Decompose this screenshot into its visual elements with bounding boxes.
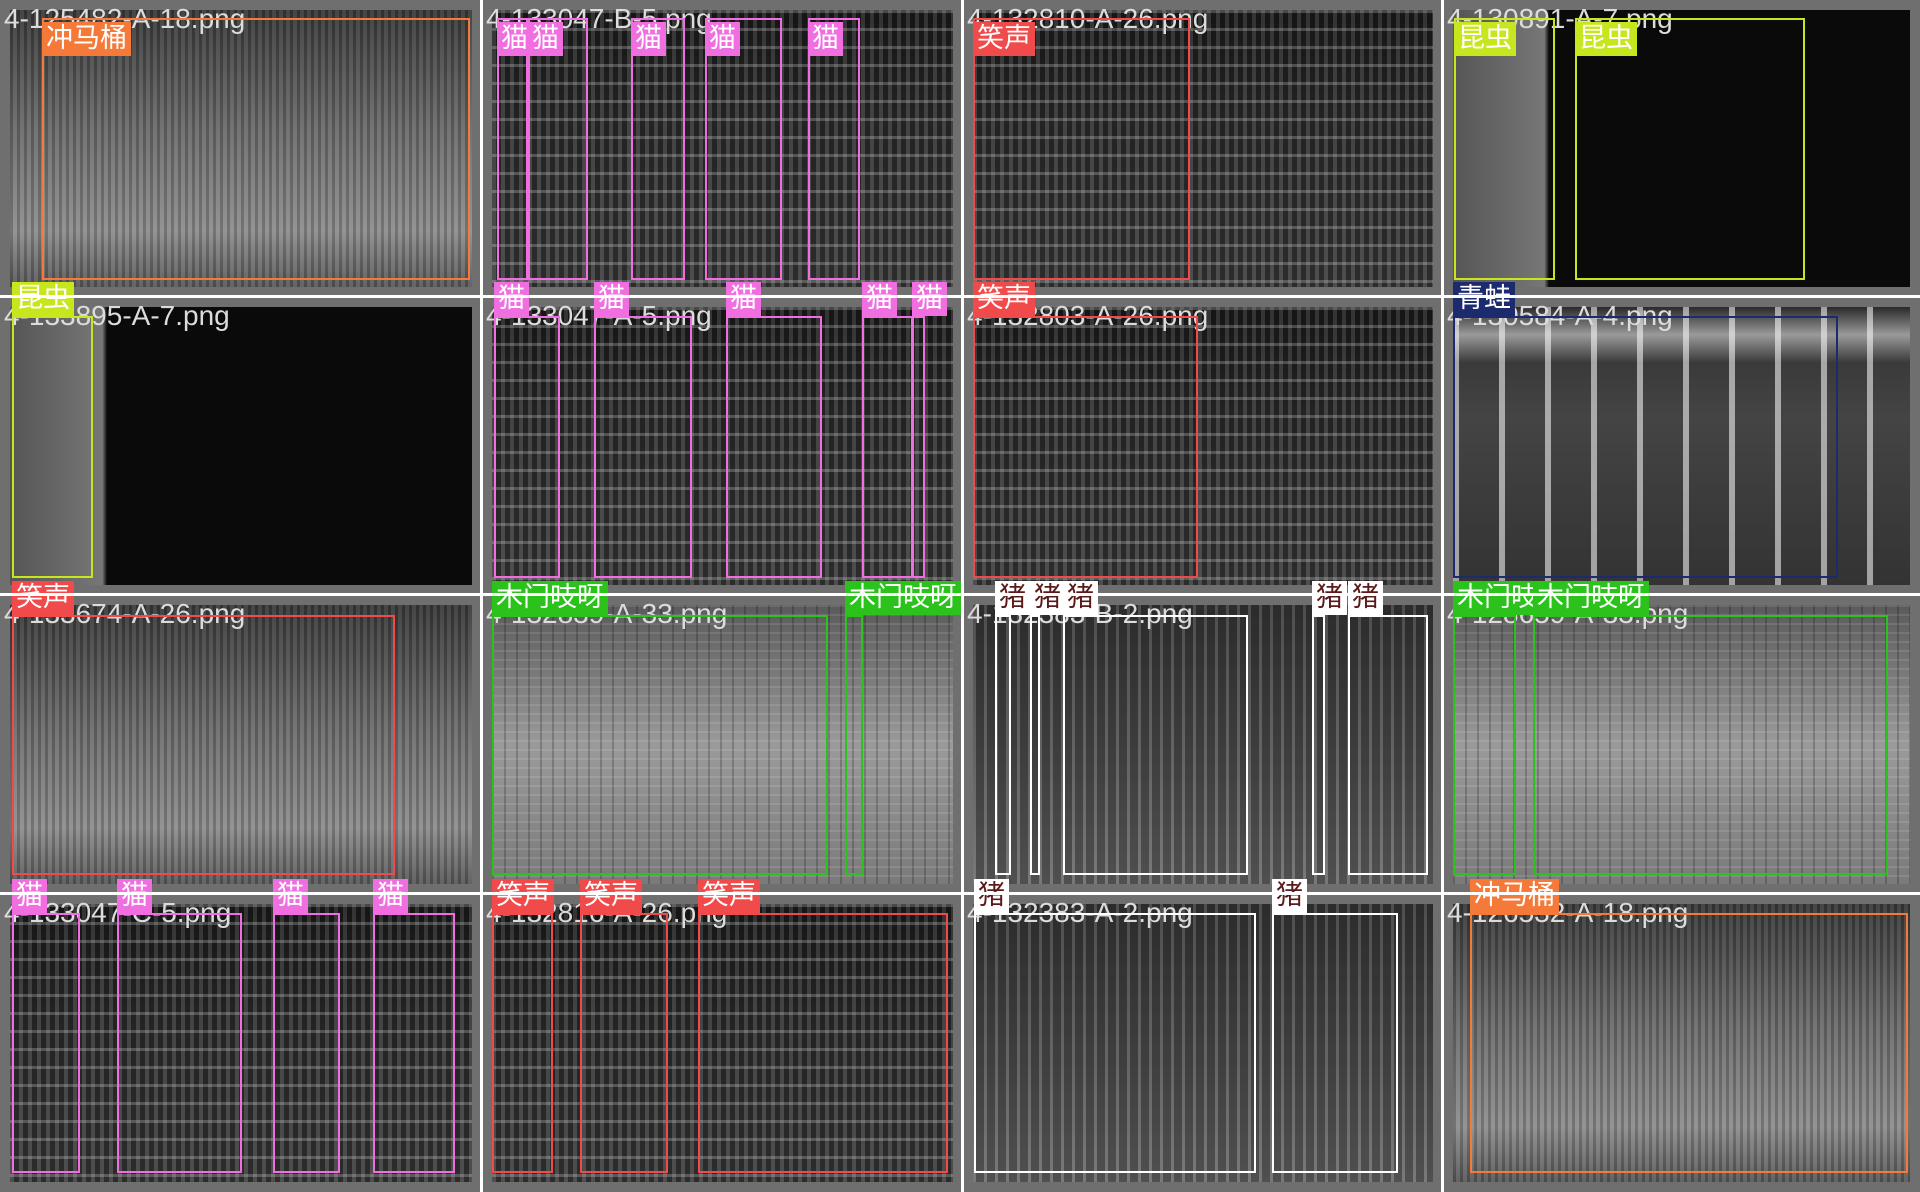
detection-label: 笑声 <box>580 879 642 913</box>
detection-box <box>273 913 340 1173</box>
detection-box <box>912 316 925 578</box>
detection-box <box>1575 18 1805 280</box>
detection-label: 猫 <box>808 22 843 56</box>
detection-box <box>117 913 242 1173</box>
grid-divider <box>0 593 1920 596</box>
detection-label: 猪 <box>1030 581 1065 615</box>
detection-label: 冲马桶 <box>42 22 131 56</box>
detection-box <box>974 913 1256 1173</box>
detection-box <box>492 913 553 1173</box>
detection-label: 猫 <box>12 879 47 913</box>
grid-divider <box>480 0 483 1192</box>
detection-label: 猫 <box>726 282 761 316</box>
detection-label: 木门吱呀 <box>845 581 961 615</box>
detection-label: 猪 <box>1312 581 1347 615</box>
detection-box <box>973 18 1190 280</box>
detection-box <box>12 913 80 1173</box>
detection-label: 木门吱呀 <box>492 581 608 615</box>
detection-label: 猫 <box>631 22 666 56</box>
detection-box <box>973 316 1198 578</box>
detection-label: 笑声 <box>12 581 74 615</box>
detection-label: 猫 <box>373 879 408 913</box>
detection-box <box>862 316 913 578</box>
detection-results-grid: 4-125482-A-18.png 冲马桶 4-133047-B-5.png 猫猫猫猫… <box>0 0 1920 1192</box>
grid-divider <box>0 295 1920 298</box>
detection-box <box>492 615 828 875</box>
detection-box <box>528 18 588 280</box>
detection-label: 猫 <box>528 22 563 56</box>
detection-box <box>631 18 685 280</box>
grid-divider <box>1441 0 1444 1192</box>
detection-label: 猫 <box>117 879 152 913</box>
detection-label: 木门吱呀 <box>1533 581 1649 615</box>
detection-label: 笑声 <box>698 879 760 913</box>
detection-box <box>580 913 668 1173</box>
detection-box <box>42 18 470 280</box>
detection-box <box>726 316 822 578</box>
detection-box <box>373 913 455 1173</box>
detection-label: 猫 <box>862 282 897 316</box>
detection-box <box>12 316 93 578</box>
detection-box <box>1533 615 1888 875</box>
detection-box <box>494 316 560 578</box>
detection-label: 猫 <box>705 22 740 56</box>
detection-box <box>1470 913 1908 1173</box>
detection-box <box>1348 615 1428 875</box>
detection-label: 笑声 <box>492 879 554 913</box>
detection-label: 昆虫 <box>1454 22 1516 56</box>
detection-box <box>1272 913 1398 1173</box>
detection-box <box>698 913 948 1173</box>
detection-label: 猪 <box>974 879 1009 913</box>
detection-label: 猪 <box>1348 581 1383 615</box>
detection-label: 昆虫 <box>1575 22 1637 56</box>
detection-box <box>1063 615 1248 875</box>
detection-box <box>1453 316 1838 578</box>
detection-box <box>1454 18 1555 280</box>
detection-box <box>1030 615 1040 875</box>
detection-label: 猫 <box>494 282 529 316</box>
detection-label: 猪 <box>1272 879 1307 913</box>
detection-label: 猫 <box>912 282 947 316</box>
grid-divider <box>961 0 964 1192</box>
detection-label: 笑声 <box>973 282 1035 316</box>
detection-label: 猪 <box>1063 581 1098 615</box>
detection-label: 猪 <box>995 581 1030 615</box>
detection-box <box>594 316 692 578</box>
detection-box <box>497 18 528 280</box>
detection-label: 猫 <box>594 282 629 316</box>
detection-box <box>845 615 863 875</box>
detection-box <box>1453 615 1516 875</box>
detection-label: 冲马桶 <box>1470 879 1559 913</box>
detection-label: 昆虫 <box>12 282 74 316</box>
detection-label: 青蛙 <box>1453 282 1515 316</box>
detection-box <box>808 18 860 280</box>
detection-label: 猫 <box>273 879 308 913</box>
grid-divider <box>0 892 1920 895</box>
detection-box <box>995 615 1011 875</box>
detection-box <box>1312 615 1325 875</box>
detection-label: 笑声 <box>973 22 1035 56</box>
detection-box <box>705 18 782 280</box>
detection-label: 猫 <box>497 22 532 56</box>
detection-box <box>12 615 395 875</box>
